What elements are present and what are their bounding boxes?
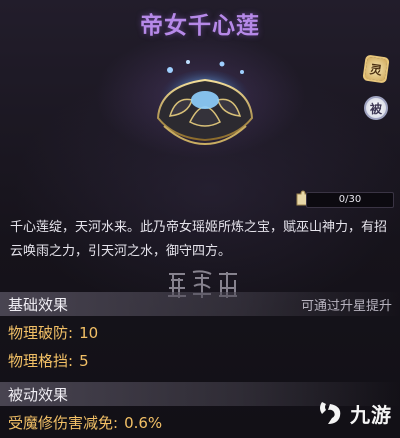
stat-value: 5: [79, 352, 89, 370]
lotus-treasure-icon: [156, 60, 254, 146]
fragment-progress-text: 0/30: [338, 194, 362, 205]
fragment-progress-bar: 0/30: [306, 192, 394, 208]
stat-demon-damage-reduction: 受魔修伤害减免: 0.6%: [8, 412, 162, 433]
stat-label: 受魔修伤害减免:: [8, 414, 119, 432]
item-title: 帝女千心莲: [140, 13, 260, 39]
stat-value: 0.6%: [124, 414, 163, 432]
spirit-badge-icon[interactable]: 灵: [362, 54, 390, 84]
stat-label: 物理格挡:: [8, 352, 74, 370]
item-description: 千心莲绽，天河水来。此乃帝女瑶姬所炼之宝，赋巫山神力，有招云唤雨之力，引天河之水…: [10, 220, 388, 259]
upgrade-hint: 可通过升星提升: [300, 299, 392, 314]
stat-value: 10: [79, 324, 99, 342]
watermark-brand: 九游: [316, 398, 392, 428]
basic-effects-header: 基础效果 可通过升星提升: [0, 292, 400, 316]
basic-effects-title: 基础效果: [8, 296, 69, 314]
stat-label: 物理破防:: [8, 324, 74, 342]
stat-physical-block: 物理格挡: 5: [8, 350, 89, 371]
passive-badge-icon[interactable]: 被: [364, 96, 388, 120]
jiuyou-logo-icon: [320, 402, 341, 424]
passive-effects-title: 被动效果: [8, 386, 69, 404]
stat-physical-penetration: 物理破防: 10: [8, 322, 98, 343]
watermark-text: 九游: [350, 402, 392, 427]
